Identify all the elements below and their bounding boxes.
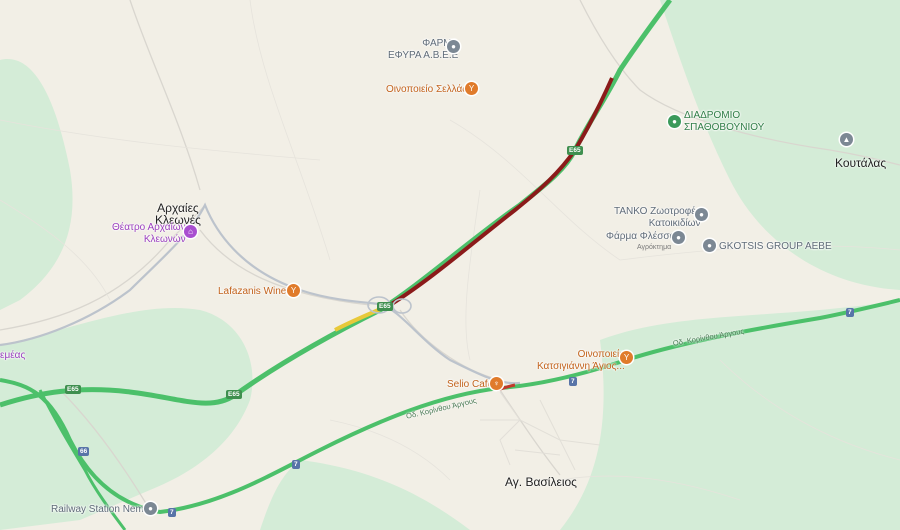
poi-diadromio[interactable]: ΔΙΑΔΡΟΜΙΟ ΣΠΑΘΟΒΟΥΝΙΟΥ (684, 110, 764, 134)
traffic-heavy-segment (388, 77, 614, 307)
town-streets (480, 391, 601, 471)
pin-icon[interactable]: ▲ (840, 133, 853, 146)
poi-farma-flessas-sub: Αγρόκτημα (637, 244, 672, 251)
map-canvas[interactable]: Αρχαίες Κλεωνές Κουτάλας ▲ Αγ. Βασίλειος… (0, 0, 900, 530)
wine-glass-icon[interactable]: Y (620, 351, 633, 364)
train-station-icon[interactable]: ● (144, 502, 157, 515)
poi-katsigianni[interactable]: Οινοποιείο Κατσιγιάννη Άγιος... (537, 349, 625, 373)
poi-theatro[interactable]: Θέατρο Αρχαίων Κλεωνών (112, 222, 186, 246)
landmark-icon[interactable]: ⌂ (184, 225, 197, 238)
green-area-southwest (0, 308, 253, 530)
poi-gkotsis[interactable]: GKOTSIS GROUP AEBE (719, 241, 832, 253)
pin-icon[interactable]: ● (672, 231, 685, 244)
restaurant-icon[interactable]: ♆ (490, 377, 503, 390)
poi-lafazanis[interactable]: Lafazanis Winery (218, 286, 295, 298)
poi-selio[interactable]: Selio Cafe (447, 379, 493, 391)
road-shield-66: 66 (78, 447, 90, 456)
pin-icon[interactable]: ● (695, 208, 708, 221)
green-area-west (0, 59, 73, 311)
road-shield-7: 7 (168, 508, 176, 517)
place-ag-vasileios[interactable]: Αγ. Βασίλειος (505, 476, 577, 488)
road-shield-e65: E65 (65, 385, 81, 394)
pin-icon[interactable]: ● (447, 40, 460, 53)
poi-railway[interactable]: Railway Station Nemea (51, 504, 155, 516)
wine-glass-icon[interactable]: Y (287, 284, 300, 297)
road-shield-7: 7 (569, 377, 577, 386)
green-area-south (260, 460, 470, 530)
road-shield-e65: E65 (567, 146, 583, 155)
poi-tanko[interactable]: ΤΑΝΚΟ Ζωοτροφές Κατοικιδίων (614, 206, 700, 230)
road-shield-7: 7 (846, 308, 854, 317)
map-base-layer (0, 0, 900, 530)
road-shield-e65: E65 (377, 302, 393, 311)
road-shield-7: 7 (292, 460, 300, 469)
place-koutalas[interactable]: Κουτάλας (835, 157, 886, 169)
park-icon[interactable]: ● (668, 115, 681, 128)
poi-oinopoieio-sellas[interactable]: Οινοποιείο Σελλάς (386, 84, 467, 96)
wine-glass-icon[interactable]: Y (465, 82, 478, 95)
road-shield-e65: E65 (226, 390, 242, 399)
place-nemea-edge[interactable]: εμέας (0, 350, 25, 362)
pin-icon[interactable]: ● (703, 239, 716, 252)
